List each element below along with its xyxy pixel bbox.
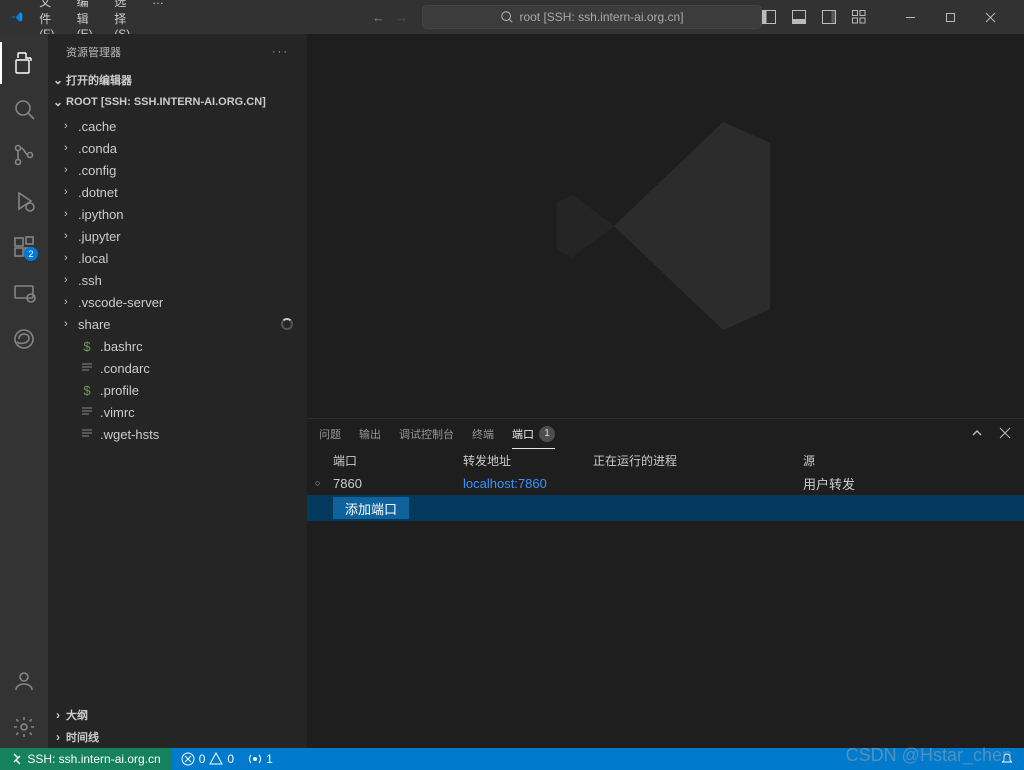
chevron-right-icon: › [64, 230, 78, 242]
nav-forward-icon[interactable]: → [395, 10, 408, 25]
bell-icon [1000, 752, 1014, 766]
editor-area: 问题 输出 调试控制台 终端 端口1 端口 转发地址 正在运行的进程 源 ○78… [307, 34, 1024, 748]
status-ports[interactable]: 1 [248, 752, 273, 766]
folder-item[interactable]: ›.vscode-server [48, 291, 307, 313]
chevron-right-icon: › [64, 164, 78, 176]
window-maximize[interactable] [930, 2, 970, 32]
file-item[interactable]: $.bashrc [48, 335, 307, 357]
explorer-title: 资源管理器 ··· [48, 34, 307, 69]
chevron-right-icon: › [64, 186, 78, 198]
status-bar: SSH: ssh.intern-ai.org.cn 0 0 1 [0, 748, 1024, 770]
chevron-right-icon: › [64, 252, 78, 264]
explorer-more-icon[interactable]: ··· [272, 46, 289, 58]
text-file-icon [78, 406, 96, 418]
nav-back-icon[interactable]: ← [372, 10, 385, 25]
activity-bar: 2 [0, 34, 48, 748]
file-item[interactable]: .wget-hsts [48, 423, 307, 445]
layout-right-icon[interactable] [822, 10, 836, 24]
folder-item[interactable]: ›.local [48, 247, 307, 269]
folder-item[interactable]: ›share [48, 313, 307, 335]
port-row[interactable]: ○7860localhost:7860用户转发 [307, 471, 1024, 495]
warning-icon [209, 752, 223, 766]
folder-item[interactable]: ›.dotnet [48, 181, 307, 203]
ports-badge: 1 [539, 426, 555, 442]
tab-output[interactable]: 输出 [359, 419, 381, 449]
titlebar-right [762, 2, 1016, 32]
loading-spinner-icon [281, 318, 293, 330]
layout-left-icon[interactable] [762, 10, 776, 24]
welcome-area [307, 34, 1024, 418]
file-item[interactable]: .vimrc [48, 401, 307, 423]
nav-arrows: ← → [372, 10, 408, 25]
status-bell[interactable] [1000, 752, 1014, 766]
folder-item[interactable]: ›.config [48, 159, 307, 181]
activity-scm-icon[interactable] [0, 134, 48, 176]
forwarded-address-link[interactable]: localhost:7860 [463, 476, 547, 491]
extensions-badge: 2 [24, 247, 38, 261]
tab-ports[interactable]: 端口1 [512, 419, 555, 449]
tab-problems[interactable]: 问题 [319, 419, 341, 449]
folder-item[interactable]: ›.ssh [48, 269, 307, 291]
section-open-editors[interactable]: ⌄打开的编辑器 [48, 69, 307, 91]
folder-item[interactable]: ›.jupyter [48, 225, 307, 247]
vscode-watermark-icon [536, 96, 796, 356]
text-file-icon [78, 428, 96, 440]
ports-table: 端口 转发地址 正在运行的进程 源 ○7860localhost:7860用户转… [307, 449, 1024, 748]
ports-header: 端口 转发地址 正在运行的进程 源 [307, 449, 1024, 471]
folder-item[interactable]: ›.conda [48, 137, 307, 159]
file-item[interactable]: .condarc [48, 357, 307, 379]
chevron-right-icon: › [64, 318, 78, 330]
folder-item[interactable]: ›.cache [48, 115, 307, 137]
folder-item[interactable]: ›.ipython [48, 203, 307, 225]
chevron-right-icon: › [64, 274, 78, 286]
file-tree: ›.cache›.conda›.config›.dotnet›.ipython›… [48, 113, 307, 445]
activity-debug-icon[interactable] [0, 180, 48, 222]
activity-edge-icon[interactable] [0, 318, 48, 360]
add-port-button[interactable]: 添加端口 [333, 497, 409, 519]
layout-bottom-icon[interactable] [792, 10, 806, 24]
panel-close-icon[interactable] [998, 426, 1012, 443]
chevron-right-icon: › [64, 142, 78, 154]
activity-settings-icon[interactable] [0, 706, 48, 748]
search-icon [500, 10, 514, 24]
error-icon [181, 752, 195, 766]
section-timeline[interactable]: ›时间线 [48, 726, 307, 748]
panel-maximize-icon[interactable] [970, 426, 984, 443]
shell-file-icon: $ [78, 383, 96, 398]
remote-icon [10, 752, 24, 766]
shell-file-icon: $ [78, 339, 96, 354]
title-bar: 文件(F) 编辑(E) 选择(S) … ← → root [SSH: ssh.i… [0, 0, 1024, 34]
command-center[interactable]: root [SSH: ssh.intern-ai.org.cn] [422, 5, 762, 29]
file-item[interactable]: $.profile [48, 379, 307, 401]
tab-terminal[interactable]: 终端 [472, 419, 494, 449]
activity-account-icon[interactable] [0, 660, 48, 702]
explorer-sidebar: 资源管理器 ··· ⌄打开的编辑器 ⌄ROOT [SSH: SSH.INTERN… [48, 34, 307, 748]
broadcast-icon [248, 752, 262, 766]
add-port-row[interactable]: 添加端口 [307, 495, 1024, 521]
bottom-panel: 问题 输出 调试控制台 终端 端口1 端口 转发地址 正在运行的进程 源 ○78… [307, 418, 1024, 748]
activity-explorer-icon[interactable] [0, 42, 48, 84]
activity-extensions-icon[interactable]: 2 [0, 226, 48, 268]
window-minimize[interactable] [890, 2, 930, 32]
vscode-logo-icon [12, 9, 23, 25]
activity-search-icon[interactable] [0, 88, 48, 130]
activity-remote-icon[interactable] [0, 272, 48, 314]
panel-tabs: 问题 输出 调试控制台 终端 端口1 [307, 419, 1024, 449]
customize-layout-icon[interactable] [852, 10, 866, 24]
chevron-right-icon: › [64, 296, 78, 308]
section-outline[interactable]: ›大纲 [48, 704, 307, 726]
window-close[interactable] [970, 2, 1010, 32]
text-file-icon [78, 362, 96, 374]
chevron-right-icon: › [64, 208, 78, 220]
chevron-right-icon: › [64, 120, 78, 132]
status-problems[interactable]: 0 0 [181, 752, 234, 766]
tab-debug-console[interactable]: 调试控制台 [399, 419, 454, 449]
port-status-icon: ○ [315, 478, 333, 488]
status-remote[interactable]: SSH: ssh.intern-ai.org.cn [0, 748, 171, 770]
section-root[interactable]: ⌄ROOT [SSH: SSH.INTERN-AI.ORG.CN] [48, 91, 307, 113]
command-center-text: root [SSH: ssh.intern-ai.org.cn] [519, 10, 683, 24]
